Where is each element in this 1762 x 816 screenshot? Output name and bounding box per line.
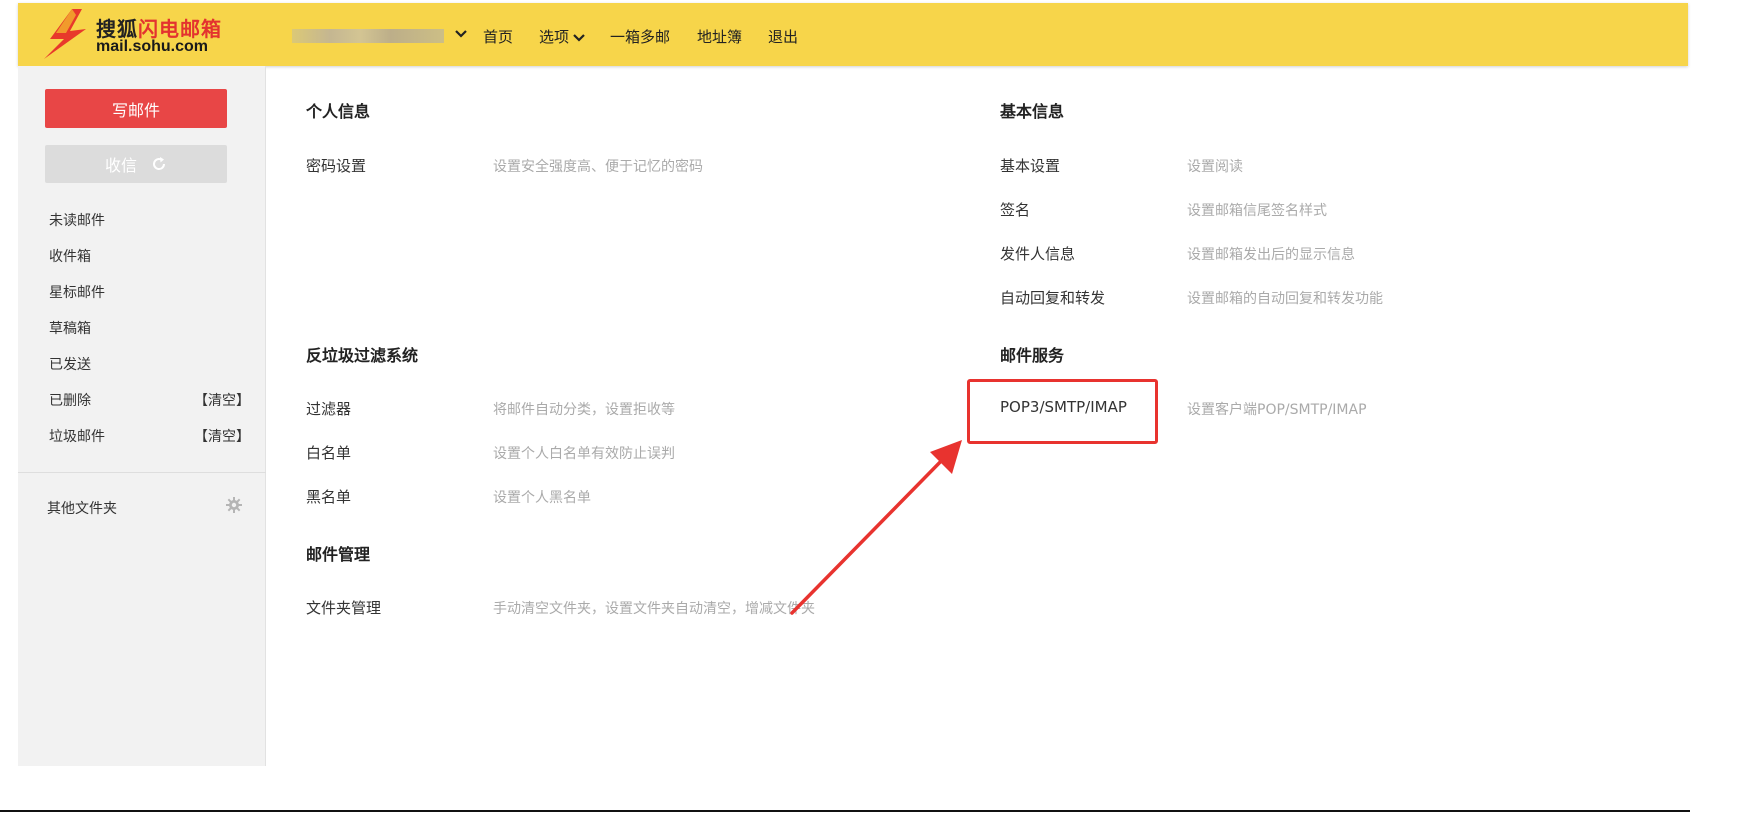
pop3-smtp-imap-desc: 设置客户端POP/SMTP/IMAP xyxy=(1187,402,1367,418)
nav-address-book[interactable]: 地址簿 xyxy=(697,26,742,47)
whitelist-desc: 设置个人白名单有效防止误判 xyxy=(493,446,675,462)
lightning-logo-icon xyxy=(44,9,86,59)
top-bar: 搜狐闪电邮箱 mail.sohu.com 首页 选项 一箱多邮 地址簿 退出 xyxy=(18,3,1688,66)
section-mail-management: 邮件管理 xyxy=(306,545,371,564)
highlight-box xyxy=(967,379,1158,444)
filter-link[interactable]: 过滤器 xyxy=(306,398,351,419)
gear-icon[interactable] xyxy=(225,496,243,514)
basic-settings-desc: 设置阅读 xyxy=(1187,159,1243,175)
basic-settings-link[interactable]: 基本设置 xyxy=(1000,155,1060,176)
folder-sent[interactable]: 已发送 xyxy=(49,354,249,374)
blacklist-desc: 设置个人黑名单 xyxy=(493,490,591,506)
clear-deleted-link[interactable]: 【清空】 xyxy=(194,390,250,410)
annotation-arrow-icon xyxy=(790,440,962,615)
logo-domain: mail.sohu.com xyxy=(96,38,209,55)
other-folders[interactable]: 其他文件夹 xyxy=(47,498,117,518)
password-settings-link[interactable]: 密码设置 xyxy=(306,155,366,176)
nav-home[interactable]: 首页 xyxy=(483,26,513,47)
folder-deleted[interactable]: 已删除 【清空】 xyxy=(49,390,250,410)
section-basic-info: 基本信息 xyxy=(1000,102,1065,121)
whitelist-link[interactable]: 白名单 xyxy=(306,442,351,463)
folder-drafts[interactable]: 草稿箱 xyxy=(49,318,249,338)
sender-info-link[interactable]: 发件人信息 xyxy=(1000,243,1075,264)
folder-starred[interactable]: 星标邮件 xyxy=(49,282,249,302)
refresh-icon xyxy=(153,157,166,170)
nav-options[interactable]: 选项 xyxy=(539,26,586,47)
folder-inbox[interactable]: 收件箱 xyxy=(49,246,249,266)
filter-desc: 将邮件自动分类，设置拒收等 xyxy=(493,402,675,418)
nav-multi-account[interactable]: 一箱多邮 xyxy=(610,26,670,47)
account-name-blurred[interactable] xyxy=(292,29,444,43)
section-personal-info: 个人信息 xyxy=(306,102,371,121)
password-settings-desc: 设置安全强度高、便于记忆的密码 xyxy=(493,159,703,175)
auto-reply-forward-link[interactable]: 自动回复和转发 xyxy=(1000,287,1105,308)
folder-spam[interactable]: 垃圾邮件 【清空】 xyxy=(49,426,250,446)
signature-link[interactable]: 签名 xyxy=(1000,199,1030,220)
folder-management-link[interactable]: 文件夹管理 xyxy=(306,597,381,618)
section-antispam: 反垃圾过滤系统 xyxy=(306,346,419,365)
clear-spam-link[interactable]: 【清空】 xyxy=(194,426,250,446)
nav-logout[interactable]: 退出 xyxy=(768,26,798,47)
signature-desc: 设置邮箱信尾签名样式 xyxy=(1187,203,1327,219)
compose-button[interactable]: 写邮件 xyxy=(45,89,227,128)
sidebar-divider xyxy=(18,472,266,473)
folder-management-desc: 手动清空文件夹，设置文件夹自动清空，增减文件夹 xyxy=(493,601,815,617)
section-mail-service: 邮件服务 xyxy=(1000,346,1065,365)
folder-unread[interactable]: 未读邮件 xyxy=(49,210,249,230)
account-chevron-down-icon[interactable] xyxy=(452,24,470,44)
sohu-mail-logo[interactable]: 搜狐闪电邮箱 mail.sohu.com xyxy=(42,9,242,59)
sidebar: 写邮件 收信 未读邮件 收件箱 星标邮件 草稿箱 已发送 已删除 【清空】 垃圾… xyxy=(18,66,266,766)
options-chevron-down-icon xyxy=(573,33,585,42)
auto-reply-forward-desc: 设置邮箱的自动回复和转发功能 xyxy=(1187,291,1383,307)
bottom-divider xyxy=(0,810,1690,812)
blacklist-link[interactable]: 黑名单 xyxy=(306,486,351,507)
receive-button[interactable]: 收信 xyxy=(45,145,227,183)
sender-info-desc: 设置邮箱发出后的显示信息 xyxy=(1187,247,1355,263)
